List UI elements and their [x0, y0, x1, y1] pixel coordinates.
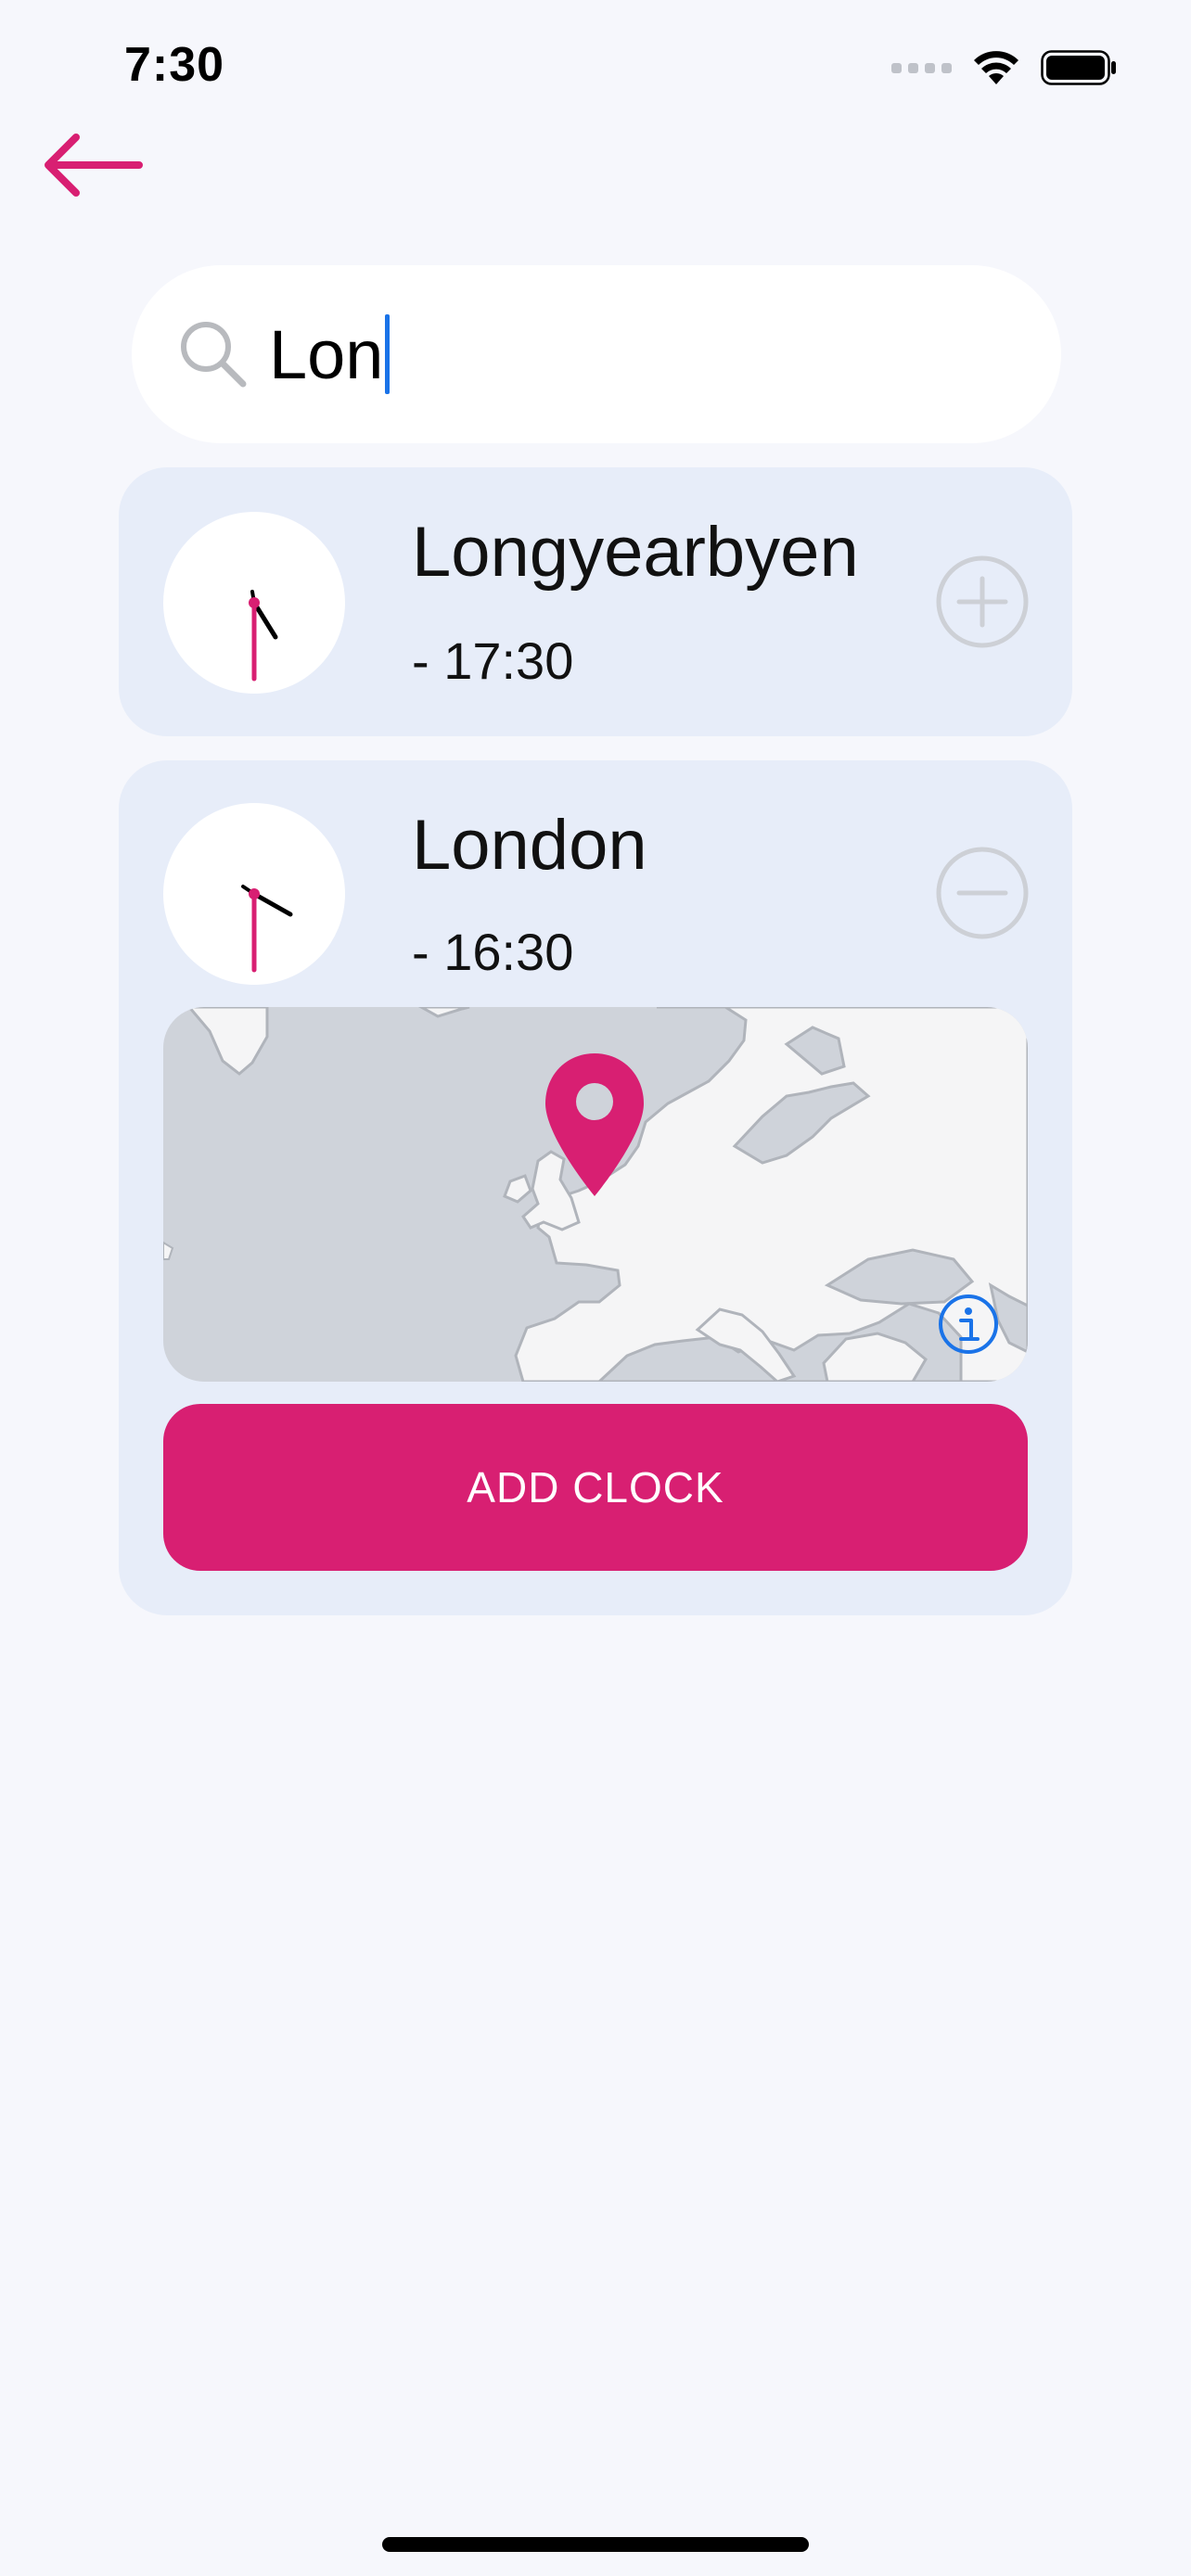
city-time: - 17:30: [412, 631, 574, 690]
info-icon: [939, 1294, 998, 1354]
city-result-card-expanded[interactable]: London - 16:30 ADD CLOCK: [119, 760, 1072, 1615]
status-time: 7:30: [124, 38, 225, 92]
text-cursor: [385, 314, 391, 394]
analog-clock: [163, 803, 345, 985]
add-city-button[interactable]: [935, 555, 1030, 649]
status-icons: [891, 46, 1117, 89]
cellular-signal-icon: [891, 62, 952, 73]
city-time: - 16:30: [412, 923, 574, 981]
search-input-value: Lon: [269, 315, 384, 393]
home-indicator[interactable]: [382, 2537, 809, 2552]
arrow-left-icon: [45, 134, 143, 197]
map-info-button[interactable]: [937, 1293, 1000, 1356]
search-bar[interactable]: Lon: [132, 265, 1061, 443]
city-result-card[interactable]: Longyearbyen - 17:30: [119, 467, 1072, 736]
city-name: London: [412, 806, 647, 885]
map-pin-icon: [545, 1053, 644, 1196]
magnifier-icon: [176, 317, 250, 391]
analog-clock: [163, 512, 345, 694]
minus-circle-icon: [936, 847, 1029, 939]
city-name: Longyearbyen: [412, 513, 859, 592]
wifi-icon: [974, 51, 1018, 84]
battery-icon: [1041, 50, 1116, 85]
remove-city-button[interactable]: [935, 846, 1030, 940]
plus-circle-icon: [936, 555, 1029, 648]
status-bar: 7:30: [0, 0, 1191, 130]
location-map[interactable]: [163, 1007, 1028, 1382]
back-button[interactable]: [37, 128, 148, 202]
add-clock-button[interactable]: ADD CLOCK: [163, 1404, 1028, 1571]
search-input[interactable]: Lon: [269, 308, 391, 401]
